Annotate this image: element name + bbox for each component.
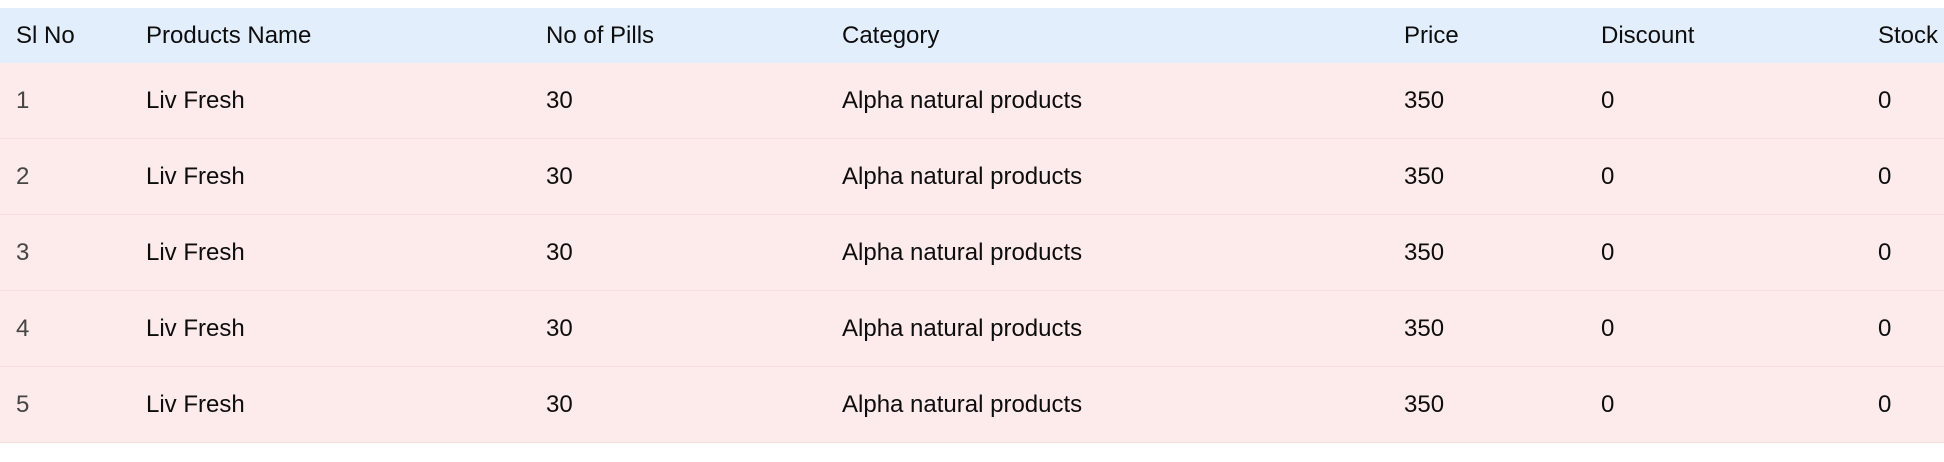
header-sl-no: Sl No — [16, 21, 75, 49]
cell-price: 350 — [1404, 390, 1445, 418]
cell-category: Alpha natural products — [842, 390, 1083, 418]
cell-stock: 0 — [1878, 86, 1892, 114]
cell-stock: 0 — [1878, 314, 1892, 342]
cell-sl-no: 3 — [16, 238, 30, 266]
cell-product-name: Liv Fresh — [146, 162, 245, 190]
cell-no-of-pills: 30 — [546, 162, 573, 190]
cell-discount: 0 — [1601, 390, 1615, 418]
table-row[interactable]: 4 Liv Fresh 30 Alpha natural products 35… — [0, 291, 1944, 367]
cell-price: 350 — [1404, 162, 1445, 190]
cell-product-name: Liv Fresh — [146, 238, 245, 266]
cell-product-name: Liv Fresh — [146, 86, 245, 114]
cell-sl-no: 5 — [16, 390, 30, 418]
cell-sl-no: 2 — [16, 162, 30, 190]
table-row[interactable]: 2 Liv Fresh 30 Alpha natural products 35… — [0, 139, 1944, 215]
cell-sl-no: 4 — [16, 314, 30, 342]
table-row[interactable]: 5 Liv Fresh 30 Alpha natural products 35… — [0, 367, 1944, 443]
cell-category: Alpha natural products — [842, 162, 1083, 190]
header-no-of-pills: No of Pills — [546, 21, 655, 49]
header-category: Category — [842, 21, 940, 49]
cell-stock: 0 — [1878, 238, 1892, 266]
header-stock: Stock — [1878, 21, 1939, 49]
cell-category: Alpha natural products — [842, 86, 1083, 114]
cell-no-of-pills: 30 — [546, 314, 573, 342]
cell-stock: 0 — [1878, 390, 1892, 418]
cell-discount: 0 — [1601, 314, 1615, 342]
cell-product-name: Liv Fresh — [146, 390, 245, 418]
header-discount: Discount — [1601, 21, 1695, 49]
cell-discount: 0 — [1601, 238, 1615, 266]
table-row[interactable]: 1 Liv Fresh 30 Alpha natural products 35… — [0, 63, 1944, 139]
cell-price: 350 — [1404, 86, 1445, 114]
cell-price: 350 — [1404, 314, 1445, 342]
cell-sl-no: 1 — [16, 86, 30, 114]
header-products-name: Products Name — [146, 21, 312, 49]
cell-no-of-pills: 30 — [546, 390, 573, 418]
cell-category: Alpha natural products — [842, 314, 1083, 342]
table-header-row: Sl No Products Name No of Pills Category… — [0, 8, 1944, 63]
cell-discount: 0 — [1601, 86, 1615, 114]
header-price: Price — [1404, 21, 1459, 49]
products-table: Sl No Products Name No of Pills Category… — [0, 8, 1944, 443]
cell-no-of-pills: 30 — [546, 238, 573, 266]
cell-category: Alpha natural products — [842, 238, 1083, 266]
cell-no-of-pills: 30 — [546, 86, 573, 114]
cell-product-name: Liv Fresh — [146, 314, 245, 342]
cell-stock: 0 — [1878, 162, 1892, 190]
cell-price: 350 — [1404, 238, 1445, 266]
cell-discount: 0 — [1601, 162, 1615, 190]
table-row[interactable]: 3 Liv Fresh 30 Alpha natural products 35… — [0, 215, 1944, 291]
